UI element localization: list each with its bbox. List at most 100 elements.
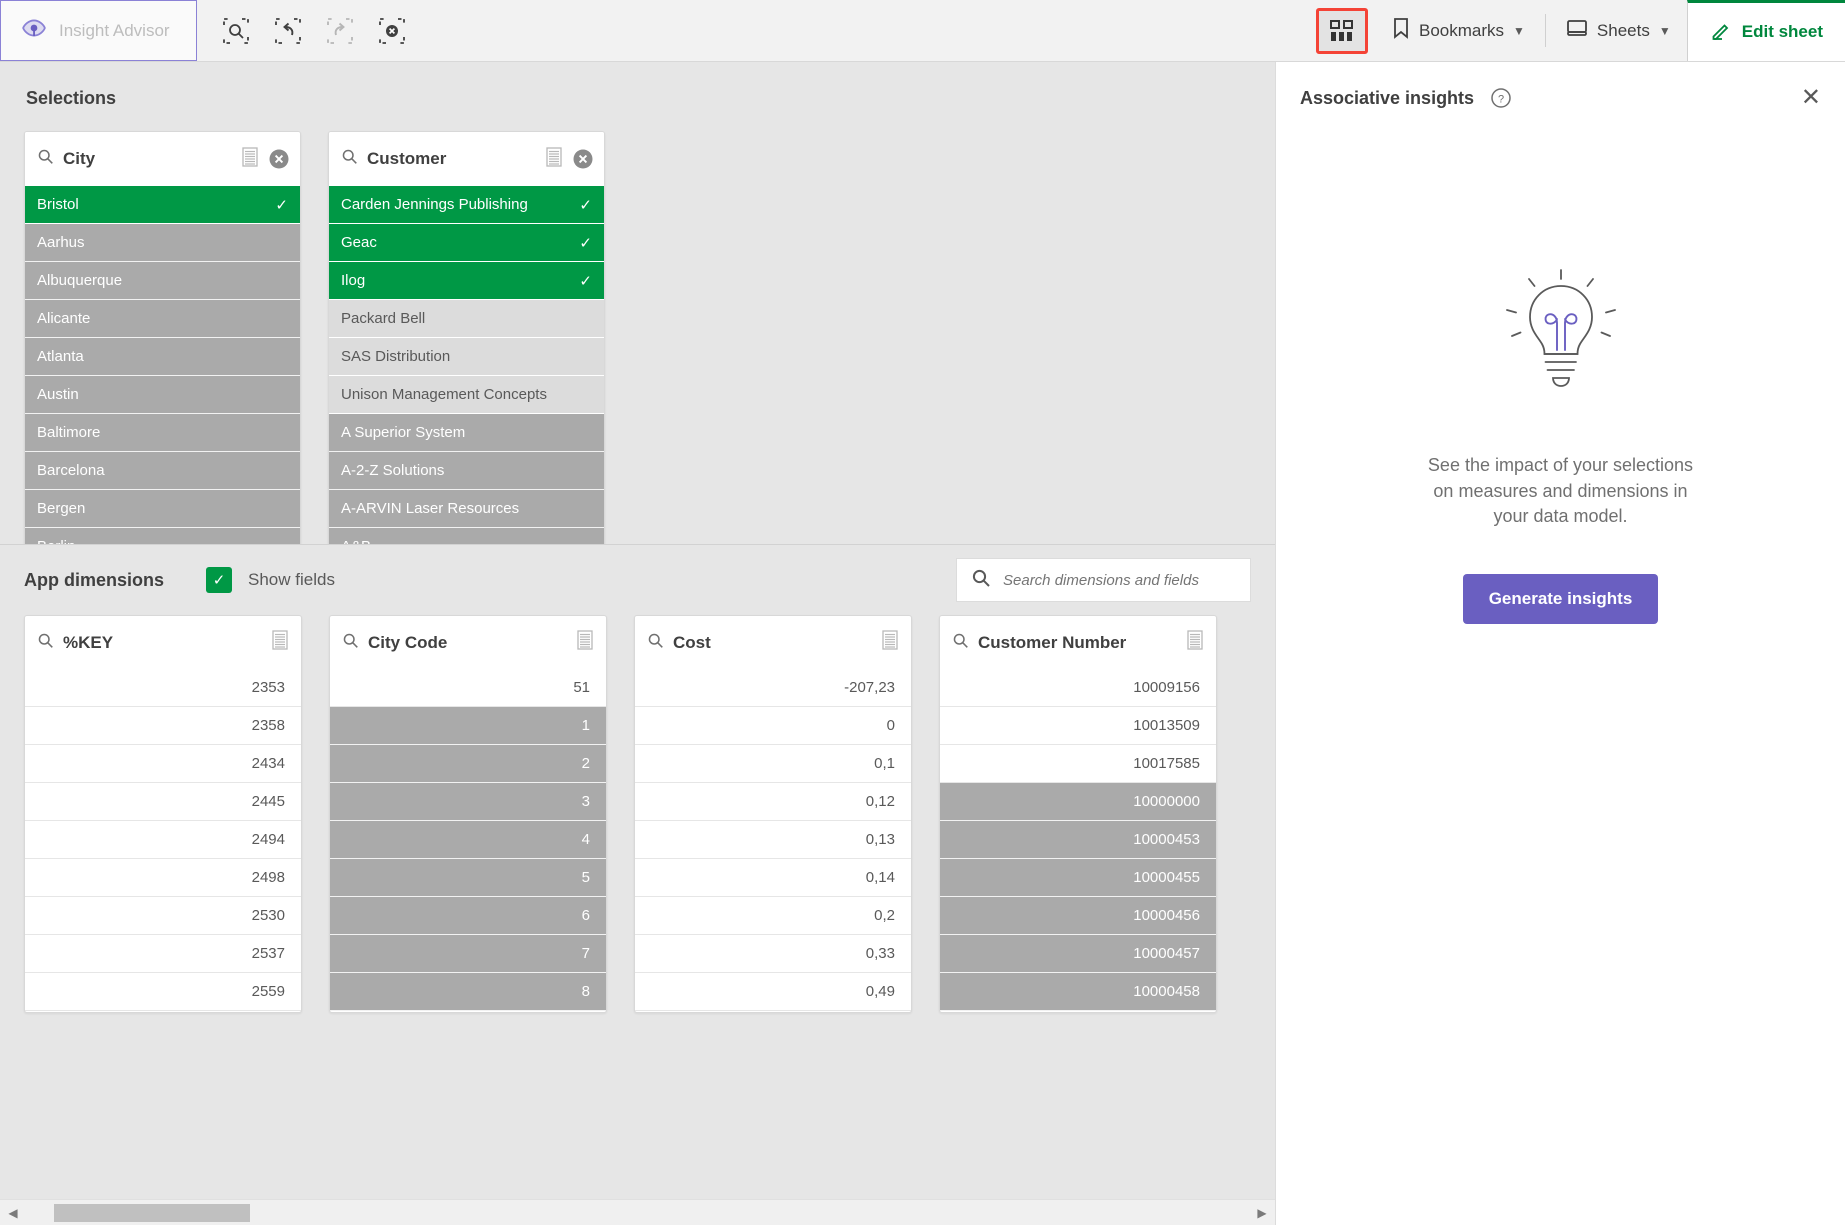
list-view-icon[interactable]: [271, 630, 289, 655]
fieldbox-row-value: 0,49: [865, 983, 895, 1000]
fieldbox-row-value: 2434: [251, 755, 285, 772]
list-view-icon[interactable]: [241, 146, 259, 172]
fieldbox-row[interactable]: 2: [330, 745, 606, 783]
listbox-row[interactable]: A-2-Z Solutions: [329, 452, 604, 490]
listbox-row[interactable]: Carden Jennings Publishing ✓: [329, 186, 604, 224]
fieldbox-row-value: 2353: [251, 679, 285, 696]
svg-text:?: ?: [1498, 94, 1504, 106]
scroll-right-arrow-icon[interactable]: ▶: [1249, 1206, 1275, 1220]
scrollbar-thumb[interactable]: [54, 1203, 250, 1222]
fieldbox-row[interactable]: 2358: [25, 707, 301, 745]
fieldbox-row[interactable]: 7: [330, 935, 606, 973]
listbox-row[interactable]: Ilog ✓: [329, 262, 604, 300]
listbox-row-label: Berlin: [37, 538, 288, 544]
list-view-icon[interactable]: [576, 630, 594, 655]
fieldbox-row[interactable]: 0,33: [635, 935, 911, 973]
fieldbox-row[interactable]: 2445: [25, 783, 301, 821]
list-view-icon[interactable]: [881, 630, 899, 655]
fieldbox-row[interactable]: 2537: [25, 935, 301, 973]
fieldbox-row[interactable]: 4: [330, 821, 606, 859]
associative-insights-toggle[interactable]: [1308, 0, 1376, 61]
fieldbox-row[interactable]: 51: [330, 669, 606, 707]
listbox-row[interactable]: A&B: [329, 528, 604, 544]
bookmark-icon: [1392, 17, 1410, 44]
fieldbox-row[interactable]: 2494: [25, 821, 301, 859]
fieldbox-row[interactable]: 0,13: [635, 821, 911, 859]
list-view-icon[interactable]: [545, 146, 563, 172]
search-icon[interactable]: [647, 632, 664, 654]
selection-search-icon[interactable]: [221, 16, 251, 46]
step-back-icon[interactable]: [273, 16, 303, 46]
search-icon[interactable]: [341, 148, 358, 170]
listbox-row[interactable]: Bristol ✓: [25, 186, 300, 224]
listbox-row[interactable]: Packard Bell: [329, 300, 604, 338]
fieldbox-row[interactable]: 2434: [25, 745, 301, 783]
listbox-row[interactable]: Atlanta: [25, 338, 300, 376]
listbox-row[interactable]: SAS Distribution: [329, 338, 604, 376]
listbox-row[interactable]: A-ARVIN Laser Resources: [329, 490, 604, 528]
listbox-row[interactable]: A Superior System: [329, 414, 604, 452]
fieldbox-row[interactable]: 10000455: [940, 859, 1216, 897]
edit-sheet-button[interactable]: Edit sheet: [1686, 0, 1845, 61]
listbox-row[interactable]: Unison Management Concepts: [329, 376, 604, 414]
clear-selection-button[interactable]: [268, 148, 290, 170]
fieldbox-row[interactable]: -207,23: [635, 669, 911, 707]
sheets-menu[interactable]: Sheets ▼: [1550, 0, 1687, 61]
fieldbox-row[interactable]: 0: [635, 707, 911, 745]
fieldbox-row[interactable]: 0,1: [635, 745, 911, 783]
fieldbox-row[interactable]: 2353: [25, 669, 301, 707]
fieldbox-row[interactable]: 0,2: [635, 897, 911, 935]
fieldbox-row[interactable]: 10000000: [940, 783, 1216, 821]
listbox-row-label: Packard Bell: [341, 310, 426, 327]
close-panel-button[interactable]: ✕: [1801, 86, 1821, 110]
listbox-row[interactable]: Berlin: [25, 528, 300, 544]
dimension-search-input[interactable]: [1003, 571, 1236, 589]
fieldbox-row[interactable]: 10000458: [940, 973, 1216, 1011]
search-icon[interactable]: [37, 148, 54, 170]
list-view-icon[interactable]: [1186, 630, 1204, 655]
app-dimensions-pane: App dimensions ✓ Show fields Search dime…: [0, 545, 1275, 1225]
listbox-row[interactable]: Baltimore: [25, 414, 300, 452]
fieldbox-row[interactable]: 10000456: [940, 897, 1216, 935]
fieldbox-row[interactable]: 0,12: [635, 783, 911, 821]
fieldbox-row[interactable]: 2530: [25, 897, 301, 935]
dimension-search-box[interactable]: [956, 558, 1251, 602]
listbox-row[interactable]: Bergen: [25, 490, 300, 528]
fieldbox-row[interactable]: 2559: [25, 973, 301, 1011]
fieldbox-row[interactable]: 1: [330, 707, 606, 745]
show-fields-checkbox[interactable]: ✓: [206, 567, 233, 593]
fieldbox-row[interactable]: 8: [330, 973, 606, 1011]
generate-insights-button[interactable]: Generate insights: [1462, 573, 1659, 624]
fieldbox-row[interactable]: 10000453: [940, 821, 1216, 859]
fieldbox-row[interactable]: 0,49: [635, 973, 911, 1011]
listbox-row[interactable]: Geac ✓: [329, 224, 604, 262]
listbox-row[interactable]: Albuquerque: [25, 262, 300, 300]
bookmarks-menu[interactable]: Bookmarks ▼: [1376, 0, 1541, 61]
listbox-row[interactable]: Alicante: [25, 300, 300, 338]
search-icon[interactable]: [952, 632, 969, 654]
fieldbox-row[interactable]: 10013509: [940, 707, 1216, 745]
fieldbox-row[interactable]: 10000457: [940, 935, 1216, 973]
fieldbox-row[interactable]: 5: [330, 859, 606, 897]
fieldbox-row[interactable]: 10009156: [940, 669, 1216, 707]
fieldbox-row[interactable]: 6: [330, 897, 606, 935]
top-toolbar: Insight Advisor Bookmarks ▼ Sheets ▼ Edi…: [0, 0, 1845, 62]
clear-all-selections-icon[interactable]: [377, 16, 407, 46]
fieldbox-row[interactable]: 2498: [25, 859, 301, 897]
scrollbar-track[interactable]: [26, 1203, 1249, 1222]
clear-selection-button[interactable]: [572, 148, 594, 170]
listbox-row[interactable]: Austin: [25, 376, 300, 414]
fieldbox-row[interactable]: 0,14: [635, 859, 911, 897]
listbox-row[interactable]: Barcelona: [25, 452, 300, 490]
fieldbox-row[interactable]: 3: [330, 783, 606, 821]
insight-advisor-button[interactable]: Insight Advisor: [0, 0, 197, 61]
search-icon[interactable]: [342, 632, 359, 654]
scroll-left-arrow-icon[interactable]: ◀: [0, 1206, 26, 1220]
help-icon[interactable]: ?: [1490, 87, 1512, 109]
fieldbox-row-value: 5: [581, 869, 590, 886]
search-icon[interactable]: [37, 632, 54, 654]
listbox-row[interactable]: Aarhus: [25, 224, 300, 262]
listbox-field-label: City: [63, 149, 96, 168]
fieldbox-row[interactable]: 10017585: [940, 745, 1216, 783]
horizontal-scrollbar[interactable]: ◀ ▶: [0, 1199, 1275, 1225]
